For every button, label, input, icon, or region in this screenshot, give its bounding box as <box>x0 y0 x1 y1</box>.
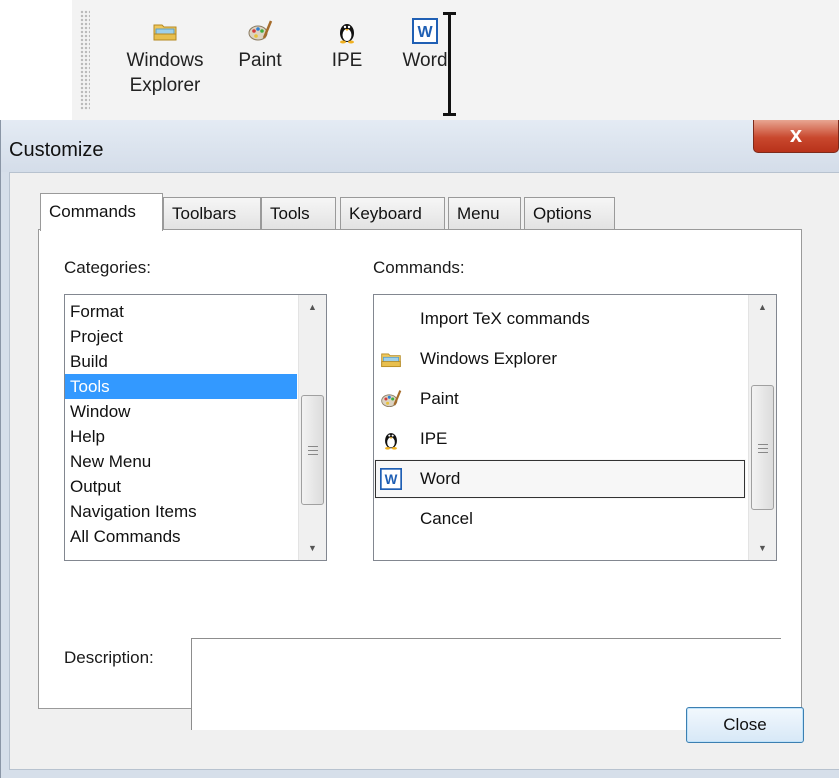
command-label: Import TeX commands <box>420 309 590 328</box>
scroll-up-arrow-icon[interactable]: ▲ <box>299 295 326 319</box>
scrollbar-thumb[interactable] <box>301 395 324 505</box>
toolbar-button-label: Windows Explorer <box>126 50 204 96</box>
category-item[interactable]: Output <box>65 474 297 499</box>
paint-palette-icon <box>381 390 402 408</box>
tab-label: Options <box>533 204 592 223</box>
tab-options[interactable]: Options <box>524 197 615 230</box>
word-icon: W <box>380 468 402 490</box>
command-label: Word <box>420 469 461 488</box>
command-label: Windows Explorer <box>420 349 557 368</box>
command-item-word[interactable]: W Word <box>374 459 746 499</box>
category-item[interactable]: New Menu <box>65 449 297 474</box>
categories-label: Categories: <box>64 258 151 277</box>
tab-tools[interactable]: Tools <box>261 197 336 230</box>
toolbar-grip-handle[interactable] <box>80 10 90 110</box>
scrollbar-thumb[interactable] <box>751 385 774 510</box>
tab-commands[interactable]: Commands <box>40 193 163 231</box>
custom-toolbar: Windows Explorer Paint IPE W Word <box>72 0 839 120</box>
window-close-button[interactable]: x <box>753 120 839 153</box>
paint-palette-icon <box>248 20 273 41</box>
category-item[interactable]: Format <box>65 299 297 324</box>
tab-toolbars[interactable]: Toolbars <box>163 197 261 230</box>
thumb-grip-icon <box>308 446 318 455</box>
toolbar-button-label: Word <box>402 50 448 71</box>
tab-label: Toolbars <box>172 204 237 223</box>
command-item-paint[interactable]: Paint <box>374 379 746 419</box>
toolbar-button-label: IPE <box>331 50 363 71</box>
customize-dialog: Customize x Commands Toolbars Tools Keyb… <box>0 120 839 778</box>
scroll-down-arrow-icon[interactable]: ▼ <box>299 536 326 560</box>
command-item-import-tex[interactable]: Import TeX commands <box>374 299 746 339</box>
scroll-down-arrow-icon[interactable]: ▼ <box>749 536 776 560</box>
word-icon: W <box>412 18 438 44</box>
category-item[interactable]: Help <box>65 424 297 449</box>
command-item-windows-explorer[interactable]: Windows Explorer <box>374 339 746 379</box>
commands-listbox[interactable]: Import TeX commands Windows Explorer Pai… <box>373 294 777 561</box>
categories-scrollbar[interactable]: ▲ ▼ <box>298 295 326 560</box>
category-item[interactable]: All Commands <box>65 524 297 549</box>
command-label: Cancel <box>420 509 473 528</box>
svg-text:W: W <box>385 472 398 487</box>
close-icon: x <box>789 122 803 147</box>
toolbar-button-windows-explorer[interactable]: Windows Explorer <box>110 18 220 98</box>
command-label: IPE <box>420 429 448 448</box>
penguin-icon <box>385 433 397 450</box>
scroll-up-arrow-icon[interactable]: ▲ <box>749 295 776 319</box>
tab-label: Commands <box>49 202 136 221</box>
commands-scrollbar[interactable]: ▲ ▼ <box>748 295 776 560</box>
command-label: Paint <box>420 389 459 408</box>
commands-tab-panel: Categories: Format Project Build Tools W… <box>38 229 802 730</box>
category-item[interactable]: Navigation Items <box>65 499 297 524</box>
category-item[interactable]: Build <box>65 349 297 374</box>
tab-label: Keyboard <box>349 204 422 223</box>
description-label: Description: <box>64 648 154 667</box>
command-item-cancel[interactable]: Cancel <box>374 499 746 539</box>
category-item[interactable]: Project <box>65 324 297 349</box>
thumb-grip-icon <box>758 443 768 453</box>
category-item[interactable]: Window <box>65 399 297 424</box>
toolbar-button-ipe[interactable]: IPE <box>324 18 370 73</box>
toolbar-button-paint[interactable]: Paint <box>230 18 290 73</box>
dialog-title-bar[interactable]: Customize x <box>1 120 839 172</box>
dialog-client-area: Commands Toolbars Tools Keyboard Menu Op… <box>9 172 839 770</box>
tab-keyboard[interactable]: Keyboard <box>340 197 445 230</box>
windows-explorer-icon <box>381 353 401 368</box>
tab-label: Tools <box>270 204 310 223</box>
toolbar-button-label: Paint <box>238 50 282 71</box>
toolbar-button-word[interactable]: W Word <box>394 18 456 73</box>
commands-label: Commands: <box>373 258 465 277</box>
category-item-selected[interactable]: Tools <box>65 374 297 399</box>
command-item-ipe[interactable]: IPE <box>374 419 746 459</box>
windows-explorer-icon <box>153 24 177 41</box>
categories-listbox[interactable]: Format Project Build Tools Window Help N… <box>64 294 327 561</box>
close-button[interactable]: Close <box>686 707 804 743</box>
svg-text:W: W <box>417 24 433 41</box>
dialog-title: Customize <box>9 139 104 161</box>
tab-label: Menu <box>457 204 500 223</box>
tab-menu[interactable]: Menu <box>448 197 521 230</box>
penguin-icon <box>340 24 354 44</box>
